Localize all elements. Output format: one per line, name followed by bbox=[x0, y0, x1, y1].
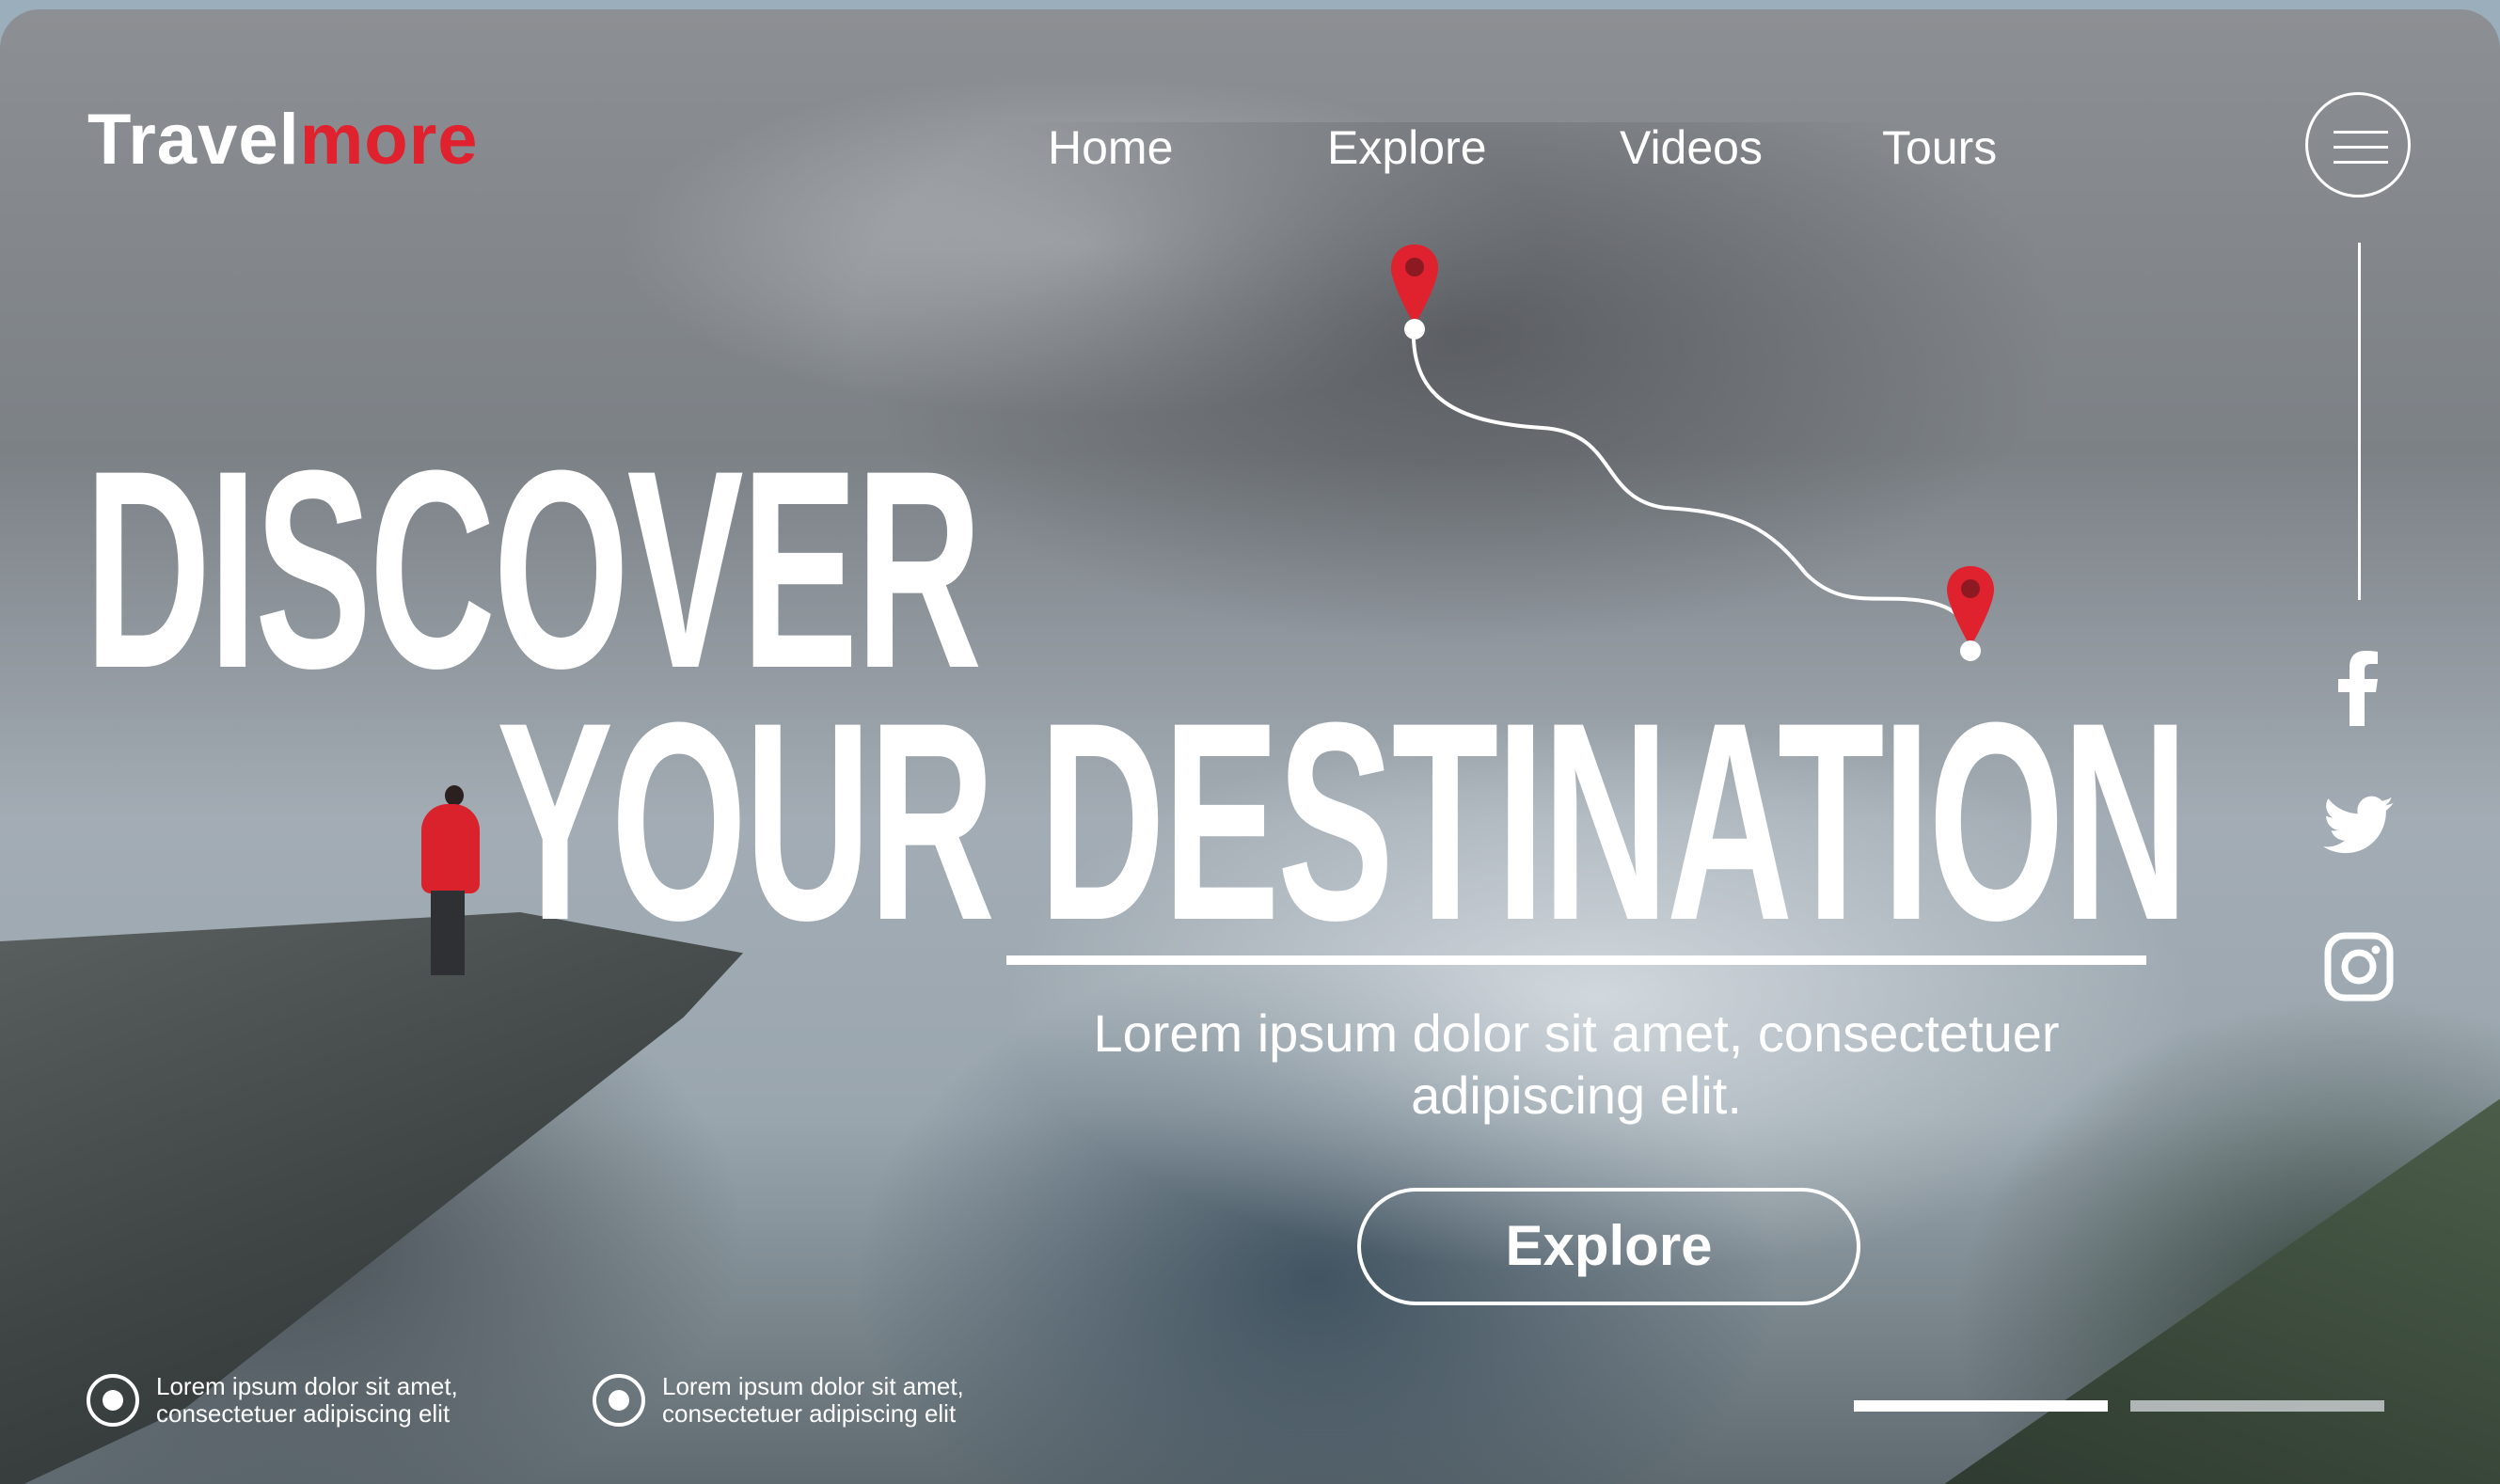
feature-item[interactable]: Lorem ipsum dolor sit amet, consectetuer… bbox=[87, 1373, 514, 1428]
radio-icon[interactable] bbox=[87, 1374, 139, 1427]
map-pin-icon bbox=[1391, 245, 1438, 339]
hero-underline bbox=[1006, 955, 2146, 965]
feature-item[interactable]: Lorem ipsum dolor sit amet, consectetuer… bbox=[593, 1373, 1020, 1428]
hero-subtitle: Lorem ipsum dolor sit amet, consectetuer… bbox=[1093, 1003, 2060, 1125]
slide-indicator[interactable] bbox=[2130, 1400, 2384, 1412]
map-pin-icon bbox=[1947, 566, 1994, 661]
slide-indicator-active[interactable] bbox=[1854, 1400, 2108, 1412]
explore-button[interactable]: Explore bbox=[1357, 1188, 1860, 1305]
radio-icon[interactable] bbox=[593, 1374, 645, 1427]
feature-text: Lorem ipsum dolor sit amet, consectetuer… bbox=[156, 1372, 458, 1428]
feature-text: Lorem ipsum dolor sit amet, consectetuer… bbox=[662, 1372, 964, 1428]
hero-title-line2: YOUR DESTINATION bbox=[497, 663, 2189, 979]
